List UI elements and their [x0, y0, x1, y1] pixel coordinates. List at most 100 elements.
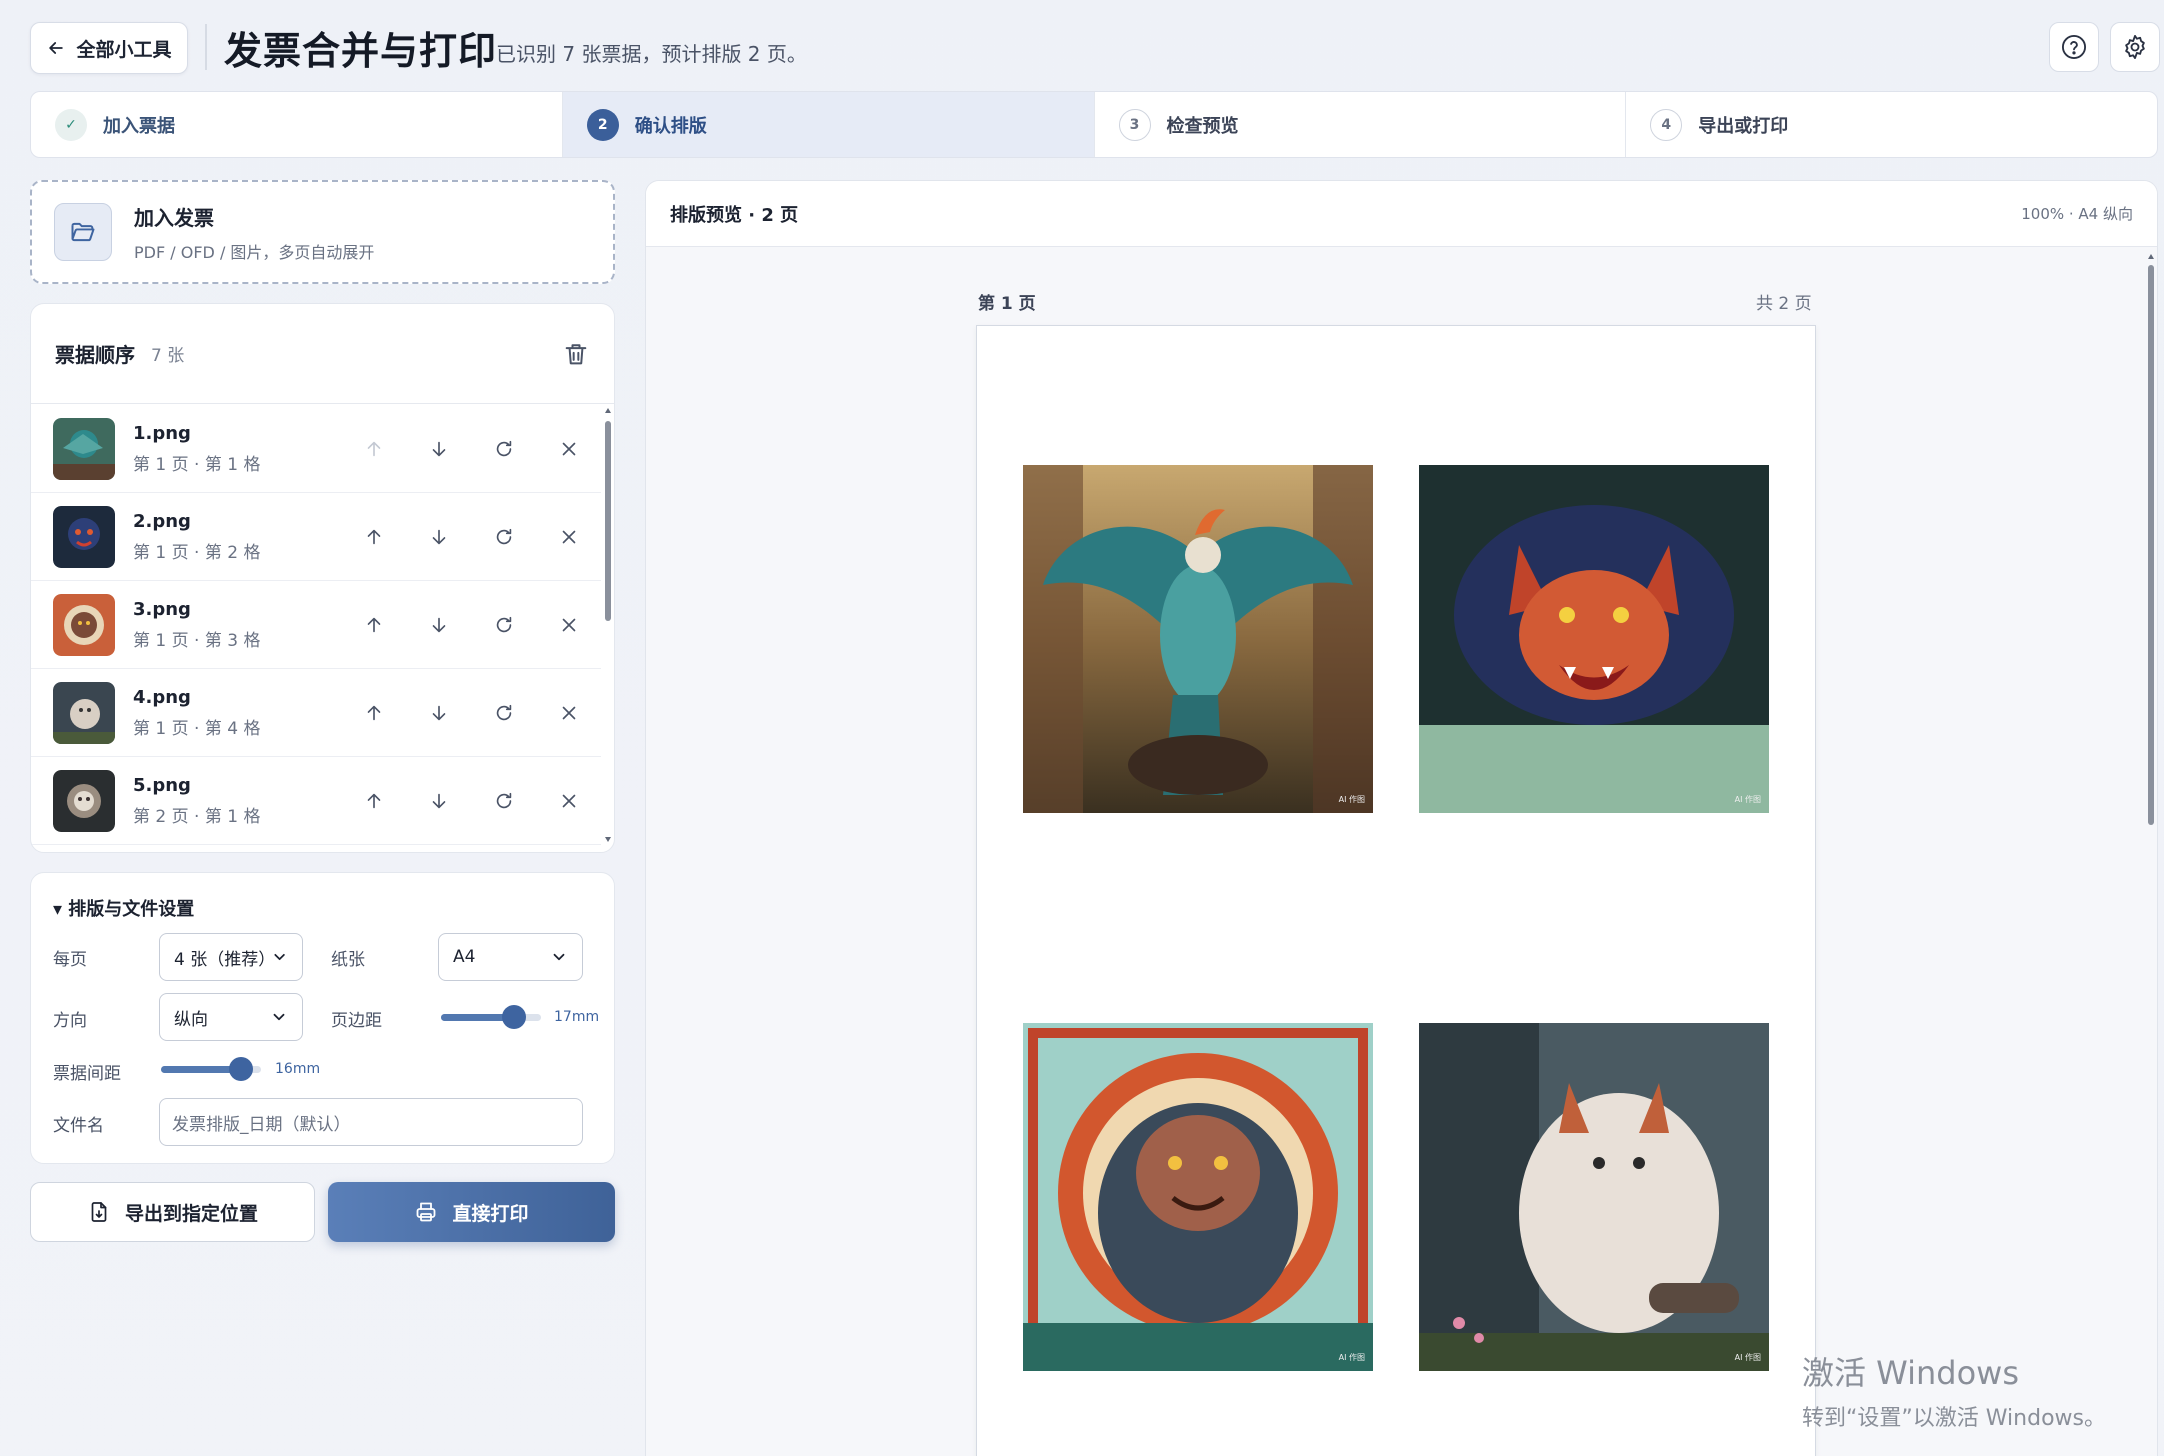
thumbnail-image — [53, 505, 115, 568]
invoice-tile-image[interactable]: AI 作图 — [1023, 1023, 1373, 1371]
arrow-up-icon — [367, 705, 380, 720]
back-to-tools-button[interactable]: 全部小工具 — [30, 22, 188, 74]
arrow-down-icon — [432, 529, 445, 544]
move-down-button[interactable] — [406, 429, 471, 469]
remove-button[interactable] — [536, 693, 601, 733]
step-number: 3 — [1118, 108, 1151, 141]
close-icon — [562, 530, 575, 543]
list-item[interactable]: 4.png 第 1 页 · 第 4 格 — [31, 669, 601, 757]
move-up-button[interactable] — [341, 429, 406, 469]
arrow-down-icon — [432, 441, 445, 456]
step-add-invoices[interactable]: ✓ 加入票据 — [31, 92, 563, 157]
upload-title: 加入发票 — [134, 205, 214, 230]
close-icon — [562, 442, 575, 455]
slider-handle[interactable] — [502, 1005, 526, 1029]
rotate-button[interactable] — [471, 605, 536, 645]
rotate-button[interactable] — [471, 429, 536, 469]
step-check-preview[interactable]: 3 检查预览 — [1095, 92, 1627, 157]
per-page-select[interactable]: 4 张（推荐） — [159, 933, 303, 981]
invoice-order-panel: 票据顺序 7 张 1.png 第 1 页 · 第 1 格 2.png 第 1 页 ·… — [30, 303, 615, 853]
activation-title: 激活 Windows — [1802, 1354, 2020, 1392]
invoice-tile-image[interactable]: AI 作图 — [1023, 465, 1373, 813]
step-number: 2 — [586, 108, 619, 141]
arrow-up-icon — [367, 793, 380, 808]
move-up-button[interactable] — [341, 517, 406, 557]
help-button[interactable] — [2049, 22, 2099, 72]
list-item[interactable]: 1.png 第 1 页 · 第 1 格 — [31, 405, 601, 493]
move-up-button[interactable] — [341, 605, 406, 645]
settings-button[interactable] — [2110, 22, 2160, 72]
file-position: 第 2 页 · 第 1 格 — [133, 806, 261, 827]
filename-input[interactable]: 发票排版_日期（默认） — [159, 1098, 583, 1146]
preview-header: 排版预览 · 2 页 100% · A4 纵向 — [646, 181, 2157, 247]
rotate-button[interactable] — [471, 781, 536, 821]
step-label: 加入票据 — [103, 115, 175, 137]
step-label: 确认排版 — [634, 115, 707, 137]
settings-toggle[interactable]: ▾ 排版与文件设置 — [53, 895, 194, 921]
zoom-indicator: 100% · A4 纵向 — [2021, 205, 2133, 223]
close-icon — [562, 618, 575, 631]
preview-title: 排版预览 · 2 页 — [670, 204, 799, 226]
check-icon: ✓ — [55, 108, 87, 141]
orientation-value: 纵向 — [174, 1009, 208, 1030]
paper-select[interactable]: A4 — [438, 933, 583, 981]
orientation-select[interactable]: 纵向 — [159, 993, 303, 1041]
file-position: 第 1 页 · 第 2 格 — [133, 542, 261, 563]
remove-button[interactable] — [536, 605, 601, 645]
remove-button[interactable] — [536, 517, 601, 557]
rotate-icon — [496, 792, 511, 808]
image-watermark: AI 作图 — [1734, 1353, 1761, 1362]
step-export-print[interactable]: 4 导出或打印 — [1626, 92, 2157, 157]
margin-value: 17mm — [554, 1009, 600, 1025]
margin-slider[interactable] — [441, 1005, 541, 1029]
list-scrollbar[interactable] — [602, 405, 614, 845]
preview-page: AI 作图 AI 作图 AI 作图 AI 作图 — [976, 325, 1816, 1456]
stepper: ✓ 加入票据 2 确认排版 3 检查预览 4 导出或打印 — [30, 91, 2158, 158]
gap-slider[interactable] — [161, 1057, 261, 1081]
folder-open-icon — [54, 203, 112, 261]
close-icon — [562, 794, 575, 807]
move-up-button[interactable] — [341, 781, 406, 821]
gear-icon — [2125, 34, 2145, 60]
page-label: 第 1 页 — [978, 294, 1036, 314]
paper-label: 纸张 — [331, 950, 365, 970]
list-item[interactable]: 5.png 第 2 页 · 第 1 格 — [31, 757, 601, 845]
chevron-down-icon — [553, 953, 565, 961]
move-down-button[interactable] — [406, 781, 471, 821]
image-watermark: AI 作图 — [1734, 795, 1761, 804]
list-item[interactable]: 2.png 第 1 页 · 第 2 格 — [31, 493, 601, 581]
orientation-label: 方向 — [53, 1011, 87, 1031]
help-icon — [2061, 34, 2087, 60]
per-page-label: 每页 — [53, 950, 87, 970]
remove-button[interactable] — [536, 781, 601, 821]
add-invoice-dropzone[interactable]: 加入发票 PDF / OFD / 图片，多页自动展开 — [30, 180, 615, 284]
invoice-tile-image[interactable]: AI 作图 — [1419, 1023, 1769, 1371]
rotate-button[interactable] — [471, 693, 536, 733]
move-down-button[interactable] — [406, 605, 471, 645]
invoice-tile-image[interactable]: AI 作图 — [1419, 465, 1769, 813]
arrow-down-icon — [432, 617, 445, 632]
step-number: 4 — [1650, 108, 1683, 141]
lion-image — [1023, 1023, 1373, 1371]
slider-handle[interactable] — [229, 1057, 253, 1081]
page-total: 共 2 页 — [1756, 294, 1812, 314]
list-item[interactable]: 3.png 第 1 页 · 第 3 格 — [31, 581, 601, 669]
step-confirm-layout[interactable]: 2 确认排版 — [562, 92, 1095, 157]
trash-icon[interactable] — [562, 340, 590, 368]
export-button[interactable]: 导出到指定位置 — [30, 1182, 315, 1242]
move-down-button[interactable] — [406, 693, 471, 733]
per-page-value: 4 张（推荐） — [174, 949, 276, 970]
remove-button[interactable] — [536, 429, 601, 469]
preview-scrollbar[interactable] — [2146, 251, 2156, 1456]
list-title: 票据顺序 — [55, 343, 135, 367]
gap-value: 16mm — [275, 1061, 321, 1077]
step-label: 检查预览 — [1166, 115, 1239, 137]
arrow-up-icon — [367, 441, 380, 456]
move-down-button[interactable] — [406, 517, 471, 557]
print-label: 直接打印 — [452, 1202, 529, 1225]
rotate-button[interactable] — [471, 517, 536, 557]
move-up-button[interactable] — [341, 693, 406, 733]
close-icon — [562, 706, 575, 719]
arrow-up-icon — [367, 529, 380, 544]
print-button[interactable]: 直接打印 — [328, 1182, 615, 1242]
